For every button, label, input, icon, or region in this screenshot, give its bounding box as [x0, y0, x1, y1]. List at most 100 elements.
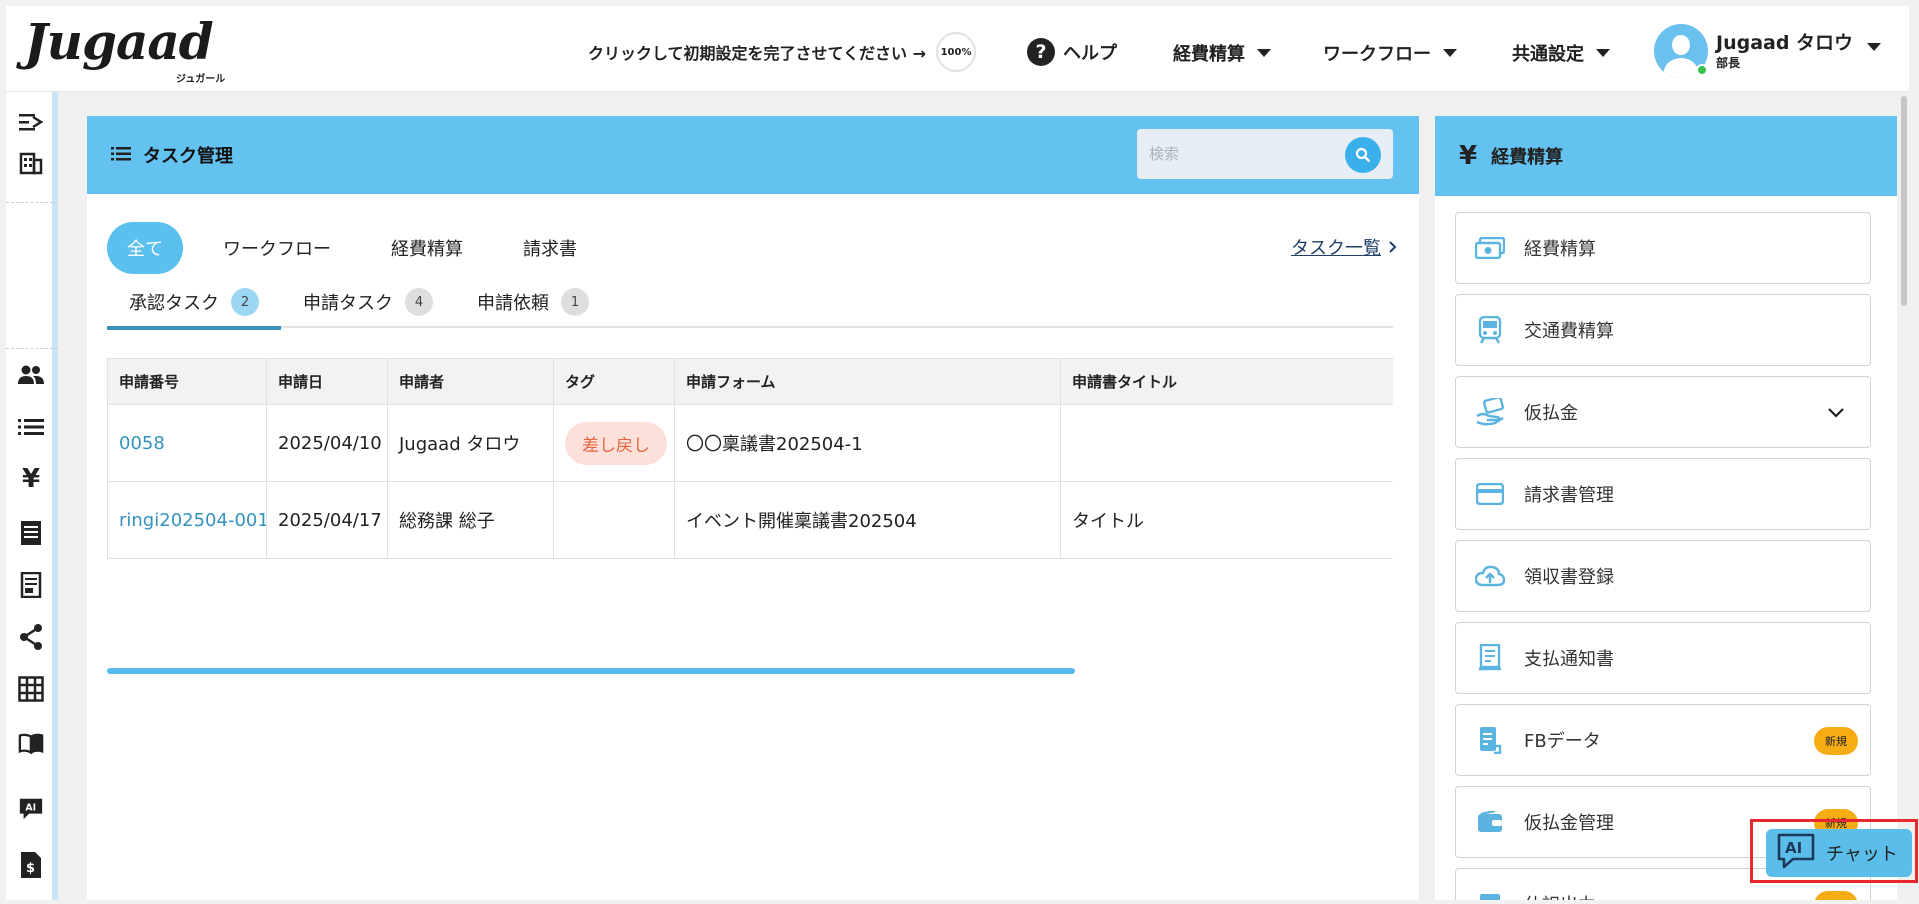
train-icon — [1474, 314, 1506, 346]
caret-down-icon — [1596, 49, 1610, 57]
share-icon[interactable] — [18, 624, 44, 650]
setup-prompt-text: クリックして初期設定を完了させてください → — [588, 44, 927, 63]
expense-panel: ¥ 経費精算 経費精算 交通費精算 仮払金 請求書管理 領収書登録 支払通知書 … — [1435, 116, 1897, 900]
book-icon[interactable] — [18, 730, 44, 756]
count-badge: 4 — [405, 288, 433, 316]
expense-panel-title: 経費精算 — [1491, 147, 1564, 168]
user-name: Jugaad タロウ — [1716, 31, 1854, 54]
chevron-down-icon[interactable] — [1828, 403, 1844, 422]
menu-common-settings-label: 共通設定 — [1512, 44, 1584, 65]
list-icon[interactable] — [18, 414, 44, 440]
menu-item-label: 領収書登録 — [1524, 567, 1614, 588]
ai-chat-button[interactable]: AI チャット — [1766, 829, 1912, 877]
expense-menu-item[interactable]: 請求書管理 — [1455, 458, 1871, 530]
menu-item-label: 支払通知書 — [1524, 649, 1614, 670]
users-icon[interactable] — [18, 362, 44, 388]
tab-label: 申請依頼 — [477, 293, 549, 314]
page-title: タスク管理 — [143, 146, 233, 167]
logo[interactable]: Jugaad ジュガール — [24, 12, 225, 86]
task-list-link-label: タスク一覧 — [1291, 238, 1381, 259]
tab-invoice[interactable]: 請求書 — [503, 222, 597, 274]
collapse-menu-icon[interactable] — [18, 109, 44, 135]
expense-menu-item[interactable]: 領収書登録 — [1455, 540, 1871, 612]
receipt-icon[interactable] — [18, 520, 44, 546]
expense-menu-item[interactable]: FBデータ 新規 — [1455, 704, 1871, 776]
status-tag: 差し戻し — [565, 421, 667, 465]
tab-label: 承認タスク — [129, 293, 219, 314]
application-form: 〇〇稟議書202504-1 — [674, 404, 1061, 482]
tab-application-tasks[interactable]: 申請タスク 4 — [281, 278, 455, 326]
column-header[interactable]: タグ — [553, 358, 675, 405]
setup-prompt[interactable]: クリックして初期設定を完了させてください → 100% — [588, 32, 977, 72]
search-button[interactable] — [1345, 137, 1381, 173]
search-icon — [1355, 147, 1371, 163]
menu-item-label: 請求書管理 — [1524, 485, 1614, 506]
task-list-link[interactable]: タスク一覧 — [1291, 234, 1397, 260]
app-frame: Jugaad ジュガール クリックして初期設定を完了させてください → 100%… — [6, 6, 1909, 900]
applicant: Jugaad タロウ — [387, 404, 554, 482]
advance-payment-icon — [1474, 396, 1506, 428]
column-header[interactable]: 申請日 — [266, 358, 388, 405]
application-form: イベント開催稟議書202504 — [674, 481, 1061, 559]
money-icon — [1474, 232, 1506, 264]
expense-menu-item[interactable]: 交通費精算 — [1455, 294, 1871, 366]
column-header[interactable]: 申請番号 — [107, 358, 267, 405]
building-icon[interactable] — [18, 150, 44, 176]
task-table: 申請番号 申請日 申請者 タグ 申請フォーム 申請書タイトル 0058 2025… — [107, 358, 1393, 559]
count-badge: 2 — [231, 288, 259, 316]
new-badge: 新規 — [1814, 891, 1858, 900]
column-header[interactable]: 申請者 — [387, 358, 554, 405]
new-badge: 新規 — [1814, 727, 1858, 755]
expense-menu-item[interactable]: 支払通知書 — [1455, 622, 1871, 694]
svg-text:AI: AI — [1785, 839, 1802, 857]
tab-approval-tasks[interactable]: 承認タスク 2 — [107, 278, 281, 330]
table-row[interactable]: ringi202504-0011 2025/04/17 総務課 総子 イベント開… — [107, 481, 1393, 559]
column-header[interactable]: 申請フォーム — [674, 358, 1061, 405]
search-input[interactable] — [1149, 145, 1339, 163]
application-number-link[interactable]: ringi202504-0011 — [107, 481, 267, 559]
help-button[interactable]: ? ヘルプ — [1027, 38, 1117, 66]
left-sidebar: ¥ AI $ — [6, 92, 58, 900]
export-icon — [1474, 888, 1506, 900]
task-management-card: タスク管理 全て ワークフロー 経費精算 請求書 タスク一覧 承認タスク 2 — [87, 116, 1419, 900]
top-header: Jugaad ジュガール クリックして初期設定を完了させてください → 100%… — [6, 6, 1909, 92]
table-header-row: 申請番号 申請日 申請者 タグ 申請フォーム 申請書タイトル — [107, 358, 1393, 405]
application-number-link[interactable]: 0058 — [107, 404, 267, 482]
task-search-box — [1137, 129, 1393, 179]
tab-expense[interactable]: 経費精算 — [371, 222, 483, 274]
expense-menu-item-expandable[interactable]: 仮払金 — [1455, 376, 1871, 448]
tag-cell: 差し戻し — [553, 404, 675, 482]
list-icon — [111, 146, 131, 165]
caret-down-icon — [1867, 43, 1882, 51]
table-row[interactable]: 0058 2025/04/10 Jugaad タロウ 差し戻し 〇〇稟議書202… — [107, 404, 1393, 482]
user-role: 部長 — [1716, 55, 1741, 70]
table-horizontal-scrollbar[interactable] — [107, 668, 1075, 674]
yen-icon[interactable]: ¥ — [18, 464, 44, 494]
dollar-document-icon[interactable]: $ — [18, 852, 44, 878]
logo-subtitle: ジュガール — [176, 74, 226, 85]
application-date: 2025/04/10 — [266, 404, 388, 482]
grid-icon[interactable] — [18, 676, 44, 702]
wallet-icon — [1474, 806, 1506, 838]
ai-chat-icon[interactable]: AI — [18, 796, 44, 822]
application-date: 2025/04/17 — [266, 481, 388, 559]
menu-workflow-label: ワークフロー — [1323, 44, 1431, 65]
column-header[interactable]: 申請書タイトル — [1060, 358, 1393, 405]
logo-text: Jugaad — [24, 12, 214, 71]
invoice-icon[interactable] — [18, 572, 44, 598]
menu-expense[interactable]: 経費精算 — [1173, 40, 1271, 66]
menu-common-settings[interactable]: 共通設定 — [1512, 40, 1610, 66]
menu-item-label: 仮払金 — [1524, 403, 1578, 424]
expense-menu-item[interactable]: 経費精算 — [1455, 212, 1871, 284]
menu-workflow[interactable]: ワークフロー — [1323, 40, 1457, 66]
tab-all[interactable]: 全て — [107, 222, 183, 274]
user-menu[interactable]: Jugaad タロウ 部長 — [1654, 24, 1882, 78]
tab-workflow[interactable]: ワークフロー — [203, 222, 351, 274]
setup-progress-circle: 100% — [936, 32, 977, 72]
svg-text:$: $ — [26, 861, 35, 876]
applicant: 総務課 総子 — [387, 481, 554, 559]
tab-application-requests[interactable]: 申請依頼 1 — [455, 278, 611, 326]
expense-panel-header: ¥ 経費精算 — [1435, 116, 1897, 196]
application-title — [1060, 404, 1393, 482]
page-scrollbar[interactable] — [1901, 96, 1907, 306]
